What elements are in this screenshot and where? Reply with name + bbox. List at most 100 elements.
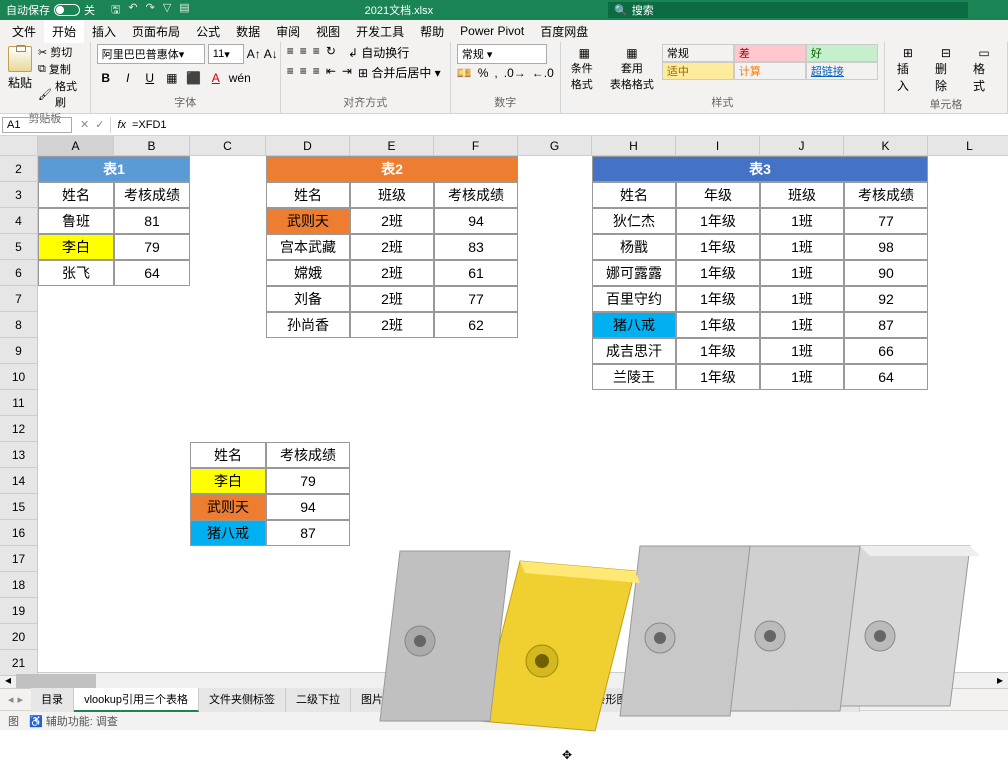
col-header-C[interactable]: C (190, 136, 266, 156)
row-header-17[interactable]: 17 (0, 546, 38, 572)
cell[interactable]: 张飞 (38, 260, 114, 286)
cell[interactable]: 孙尚香 (266, 312, 350, 338)
align-mid-icon[interactable]: ≡ (300, 44, 307, 61)
orientation-icon[interactable]: ↻ (326, 44, 336, 61)
cell[interactable]: 班级 (760, 182, 844, 208)
cell[interactable]: 1班 (760, 286, 844, 312)
formula-input[interactable]: =XFD1 (132, 119, 167, 131)
form-icon[interactable]: ▤ (179, 1, 189, 20)
decrease-font-icon[interactable]: A↓ (264, 47, 278, 61)
conditional-format-button[interactable]: ▦ 条件格式 (567, 44, 602, 94)
cell[interactable]: 94 (266, 494, 350, 520)
sheet-tab-0[interactable]: 目录 (31, 688, 74, 712)
row-header-10[interactable]: 10 (0, 364, 38, 390)
cell[interactable]: 兰陵王 (592, 364, 676, 390)
menu-tab-7[interactable]: 视图 (308, 20, 348, 43)
cell[interactable]: 2班 (350, 286, 434, 312)
cell[interactable]: 杨戬 (592, 234, 676, 260)
tab-nav-next-icon[interactable]: ▸ (18, 693, 24, 706)
cell[interactable]: 刘备 (266, 286, 350, 312)
cell[interactable]: 2班 (350, 234, 434, 260)
col-header-K[interactable]: K (844, 136, 928, 156)
cell[interactable]: 表2 (266, 156, 518, 182)
cell[interactable]: 2班 (350, 312, 434, 338)
cell[interactable]: 娜可露露 (592, 260, 676, 286)
cell[interactable]: 1年级 (676, 338, 760, 364)
menu-tab-4[interactable]: 公式 (188, 20, 228, 43)
row-header-5[interactable]: 5 (0, 234, 38, 260)
number-format-select[interactable]: 常规 ▾ (457, 44, 547, 64)
format-cells-button[interactable]: ▭格式 (967, 44, 1001, 96)
col-header-F[interactable]: F (434, 136, 518, 156)
wrap-text-button[interactable]: ↲ 自动换行 (348, 44, 409, 61)
filter-icon[interactable]: ▽ (163, 1, 171, 20)
align-bot-icon[interactable]: ≡ (313, 44, 320, 61)
cell[interactable]: 1年级 (676, 312, 760, 338)
increase-font-icon[interactable]: A↑ (247, 47, 261, 61)
font-color-button[interactable]: A (207, 71, 225, 85)
border-button[interactable]: ▦ (163, 71, 181, 85)
cell[interactable]: 班级 (350, 182, 434, 208)
scrollbar-thumb[interactable] (16, 674, 96, 688)
cell[interactable]: 94 (434, 208, 518, 234)
currency-icon[interactable]: 💴 (457, 66, 472, 80)
row-header-20[interactable]: 20 (0, 624, 38, 650)
cell[interactable]: 1年级 (676, 364, 760, 390)
col-header-G[interactable]: G (518, 136, 592, 156)
cell[interactable]: 79 (266, 468, 350, 494)
cell[interactable]: 武则天 (190, 494, 266, 520)
sheet-tab-3[interactable]: 二级下拉 (286, 688, 351, 712)
col-header-H[interactable]: H (592, 136, 676, 156)
row-header-8[interactable]: 8 (0, 312, 38, 338)
bold-button[interactable]: B (97, 71, 115, 85)
insert-cells-button[interactable]: ⊞插入 (891, 44, 925, 96)
underline-button[interactable]: U (141, 71, 159, 85)
cell[interactable]: 62 (434, 312, 518, 338)
horizontal-scrollbar[interactable]: ◂ ▸ (0, 672, 1008, 688)
align-center-icon[interactable]: ≡ (300, 64, 307, 81)
menu-tab-1[interactable]: 开始 (44, 20, 84, 43)
cell[interactable]: 2班 (350, 260, 434, 286)
auto-save-toggle[interactable]: 自动保存 关 (0, 2, 101, 18)
col-header-I[interactable]: I (676, 136, 760, 156)
cell[interactable]: 64 (844, 364, 928, 390)
format-painter-button[interactable]: 🖌格式刷 (38, 78, 84, 110)
cell[interactable]: 66 (844, 338, 928, 364)
delete-cells-button[interactable]: ⊟删除 (929, 44, 963, 96)
cell[interactable]: 1年级 (676, 286, 760, 312)
cell[interactable]: 李白 (38, 234, 114, 260)
menu-tab-11[interactable]: 百度网盘 (532, 20, 596, 43)
cell[interactable]: 成吉思汗 (592, 338, 676, 364)
row-header-16[interactable]: 16 (0, 520, 38, 546)
cell[interactable]: 考核成绩 (844, 182, 928, 208)
align-left-icon[interactable]: ≡ (287, 64, 294, 81)
cell[interactable]: 宫本武藏 (266, 234, 350, 260)
style-good[interactable]: 好 (806, 44, 878, 62)
row-header-18[interactable]: 18 (0, 572, 38, 598)
cell[interactable]: 考核成绩 (266, 442, 350, 468)
cell[interactable]: 考核成绩 (434, 182, 518, 208)
cell[interactable]: 1班 (760, 364, 844, 390)
cell[interactable]: 79 (114, 234, 190, 260)
cell[interactable]: 狄仁杰 (592, 208, 676, 234)
cell[interactable]: 姓名 (592, 182, 676, 208)
row-header-2[interactable]: 2 (0, 156, 38, 182)
fx-icon[interactable]: fx (117, 119, 126, 131)
menu-tab-9[interactable]: 帮助 (412, 20, 452, 43)
cell[interactable]: 87 (844, 312, 928, 338)
col-header-L[interactable]: L (928, 136, 1008, 156)
cell[interactable]: 李白 (190, 468, 266, 494)
cell[interactable]: 2班 (350, 208, 434, 234)
redo-icon[interactable]: ↷ (146, 1, 155, 20)
cell[interactable]: 77 (844, 208, 928, 234)
row-header-11[interactable]: 11 (0, 390, 38, 416)
row-header-13[interactable]: 13 (0, 442, 38, 468)
row-header-7[interactable]: 7 (0, 286, 38, 312)
menu-tab-10[interactable]: Power Pivot (452, 21, 532, 41)
phonetic-button[interactable]: wén (229, 71, 247, 85)
row-header-19[interactable]: 19 (0, 598, 38, 624)
cell[interactable]: 92 (844, 286, 928, 312)
row-header-4[interactable]: 4 (0, 208, 38, 234)
cell[interactable]: 1班 (760, 260, 844, 286)
cell[interactable]: 考核成绩 (114, 182, 190, 208)
